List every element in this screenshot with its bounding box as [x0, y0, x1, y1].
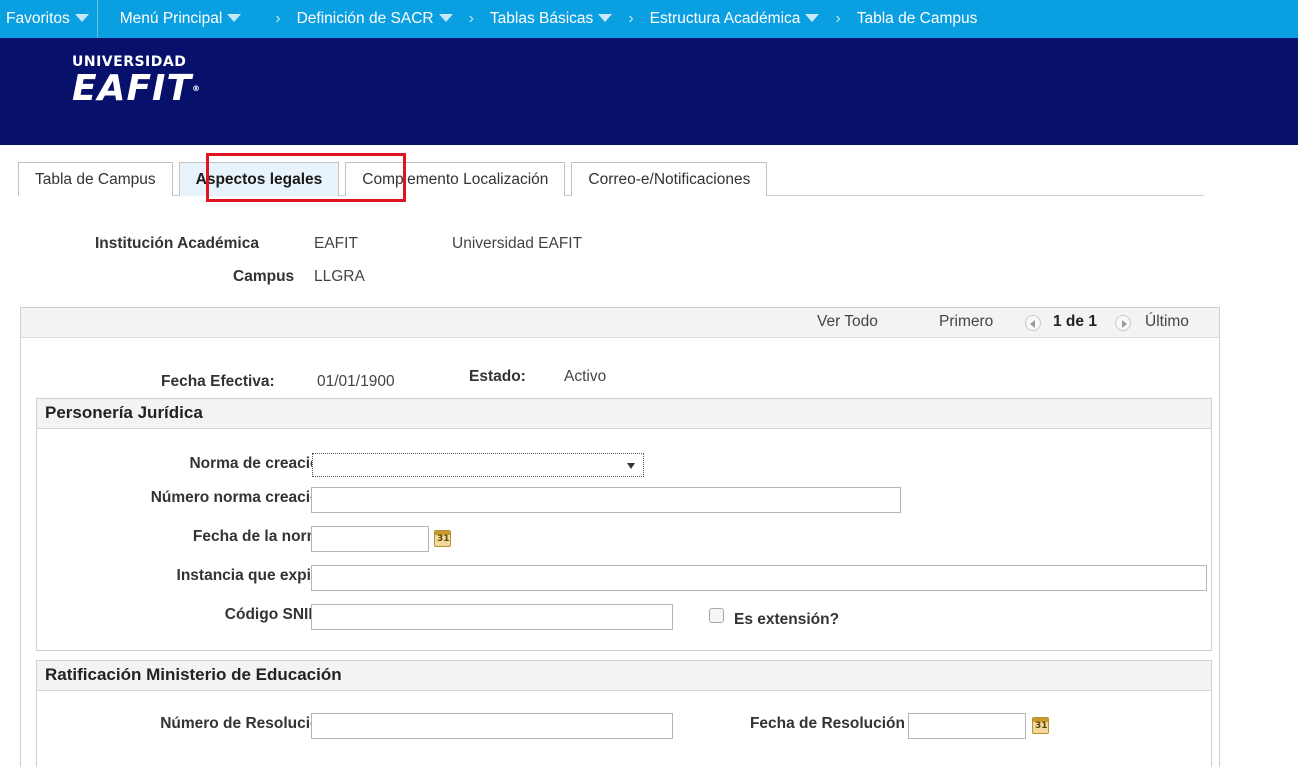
chevron-down-icon: [74, 14, 89, 22]
numero-resolucion-label: Número de Resolución: [160, 715, 329, 732]
breadcrumb-label: Estructura Académica: [649, 10, 801, 27]
ver-todo-link[interactable]: Ver Todo: [817, 313, 878, 331]
breadcrumb-separator-icon: ›: [835, 10, 841, 27]
record-navigation-bar: Ver Todo Primero 1 de 1 Último: [21, 308, 1219, 338]
fecha-efectiva-label: Fecha Efectiva:: [161, 373, 275, 390]
ratificacion-title: Ratificación Ministerio de Educación: [37, 661, 1211, 691]
chevron-down-icon: [598, 14, 613, 22]
tab-tabla-de-campus[interactable]: Tabla de Campus: [18, 162, 173, 196]
fecha-norma-input[interactable]: [311, 526, 429, 552]
calendar-icon[interactable]: 31: [1032, 717, 1049, 734]
chevron-down-icon: [227, 14, 242, 22]
breadcrumb-separator-icon: ›: [628, 10, 634, 27]
instancia-expide-label: Instancia que expide: [176, 567, 329, 584]
fecha-resolucion-input[interactable]: [908, 713, 1026, 739]
primero-link[interactable]: Primero: [939, 313, 993, 331]
next-arrow-icon[interactable]: [1115, 315, 1131, 331]
numero-norma-input[interactable]: [311, 487, 901, 513]
instancia-expide-input[interactable]: [311, 565, 1207, 591]
eafit-logo: UNIVERSIDAD EAFIT®: [72, 54, 201, 108]
main-menu-label: Menú Principal: [119, 10, 223, 27]
breadcrumb-separator-icon: ›: [468, 10, 474, 27]
codigo-snies-input[interactable]: [311, 604, 673, 630]
breadcrumb-estructura-academica[interactable]: Estructura Académica: [650, 0, 820, 38]
personeria-title: Personería Jurídica: [37, 399, 1211, 429]
main-menu[interactable]: Menú Principal: [120, 0, 242, 38]
top-navigation-bar: Favoritos Menú Principal › Definición de…: [0, 0, 1298, 38]
breadcrumb-tabla-campus[interactable]: Tabla de Campus: [857, 0, 978, 38]
tab-aspectos-legales[interactable]: Aspectos legales: [178, 162, 340, 196]
chevron-down-icon: [438, 14, 453, 22]
fecha-norma-label: Fecha de la norma: [192, 528, 329, 545]
logo-wordmark: EAFIT: [72, 68, 192, 109]
ultimo-link[interactable]: Último: [1145, 313, 1189, 331]
norma-creacion-label: Norma de creación: [189, 455, 329, 472]
es-extension-label: Es extensión?: [734, 611, 840, 628]
chevron-down-icon: [805, 14, 820, 22]
logo-line-2: EAFIT®: [72, 70, 201, 108]
tab-complemento-localizacion[interactable]: Complemento Localización: [345, 162, 566, 196]
breadcrumb-definicion-sacr[interactable]: Definición de SACR: [297, 0, 453, 38]
numero-resolucion-input[interactable]: [311, 713, 673, 739]
header-banner: UNIVERSIDAD EAFIT®: [0, 38, 1298, 145]
numero-norma-label: Número norma creación: [150, 489, 329, 506]
fecha-efectiva-value: 01/01/1900: [317, 373, 395, 390]
record-count: 1 de 1: [1053, 313, 1097, 330]
nav-divider: [96, 0, 98, 38]
institucion-label: Institución Académica: [95, 235, 259, 252]
ratificacion-group: Ratificación Ministerio de Educación Núm…: [36, 660, 1212, 767]
favorites-menu[interactable]: Favoritos: [0, 0, 89, 38]
calendar-icon[interactable]: 31: [434, 530, 451, 547]
record-box: Ver Todo Primero 1 de 1 Último Fecha Efe…: [20, 307, 1220, 767]
chevron-down-icon: [627, 463, 635, 469]
campus-value: LLGRA: [314, 268, 365, 285]
fecha-resolucion-label: Fecha de Resolución: [749, 715, 905, 732]
estado-value: Activo: [564, 368, 607, 385]
breadcrumb-label: Tablas Básicas: [489, 10, 594, 27]
breadcrumb-label: Tabla de Campus: [856, 10, 978, 27]
campus-label: Campus: [233, 268, 295, 285]
breadcrumb-label: Definición de SACR: [296, 10, 434, 27]
breadcrumb-tablas-basicas[interactable]: Tablas Básicas: [489, 0, 613, 38]
institucion-name: Universidad EAFIT: [452, 235, 583, 252]
breadcrumb-separator-icon: ›: [275, 10, 281, 27]
estado-label: Estado:: [469, 368, 526, 385]
tab-correo-notificaciones[interactable]: Correo-e/Notificaciones: [571, 162, 768, 196]
previous-arrow-icon[interactable]: [1025, 315, 1041, 331]
logo-registered: ®: [192, 84, 201, 93]
favorites-label: Favoritos: [6, 10, 70, 27]
institucion-code: EAFIT: [314, 235, 358, 252]
personeria-juridica-group: Personería Jurídica Norma de creación Nú…: [36, 398, 1212, 651]
norma-creacion-select[interactable]: [312, 453, 644, 477]
page-tabs: Tabla de Campus Aspectos legales Complem…: [18, 160, 773, 196]
es-extension-checkbox[interactable]: [709, 608, 724, 623]
